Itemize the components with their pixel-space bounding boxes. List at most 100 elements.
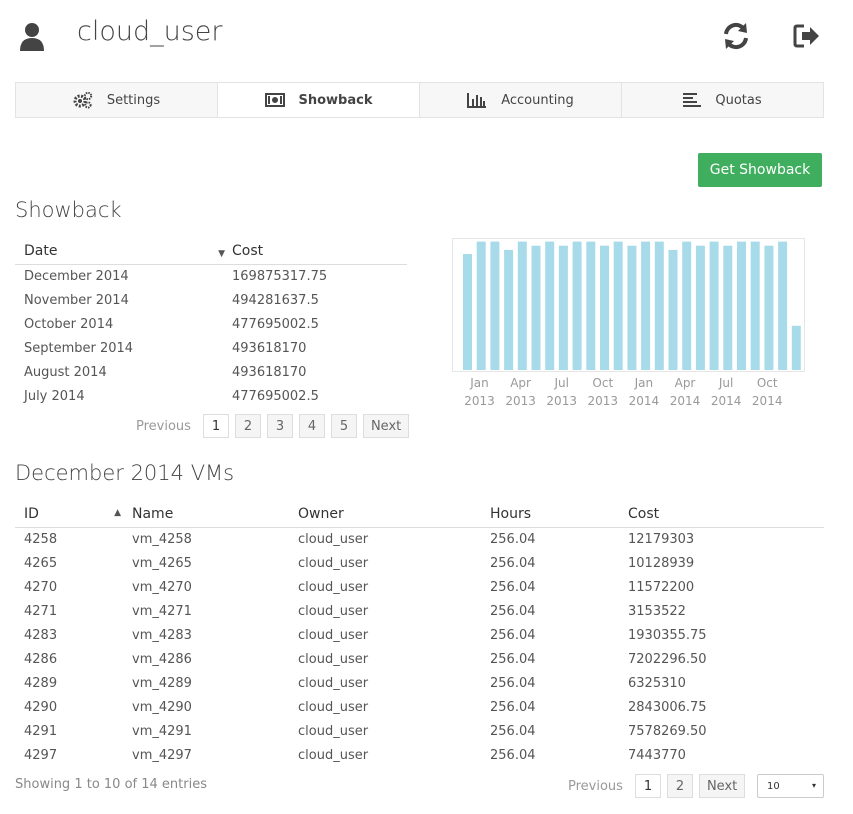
tab-settings[interactable]: Settings xyxy=(16,83,218,117)
previous-page-button[interactable]: Previous xyxy=(136,419,191,434)
table-cell: vm_4283 xyxy=(132,627,192,643)
money-icon xyxy=(264,93,285,107)
column-header-cost[interactable]: Cost xyxy=(223,240,407,265)
page-button-5[interactable]: 5 xyxy=(330,414,357,438)
table-cell: cloud_user xyxy=(298,747,369,763)
page-button-2[interactable]: 2 xyxy=(234,414,261,438)
table-cell: vm_4265 xyxy=(132,555,192,571)
table-cell: 4283 xyxy=(24,627,58,643)
page-button-2[interactable]: 2 xyxy=(666,774,693,798)
chart-bar xyxy=(695,245,705,370)
chart-bar xyxy=(531,245,541,370)
table-cell: 256.04 xyxy=(490,699,536,715)
page-button-1[interactable]: 1 xyxy=(202,414,229,438)
get-showback-button[interactable]: Get Showback xyxy=(698,153,822,187)
chevron-down-icon: ▾ xyxy=(811,781,816,790)
table-cell: cloud_user xyxy=(298,723,369,739)
table-cell: vm_4289 xyxy=(132,675,192,691)
user-icon xyxy=(20,23,44,51)
table-row[interactable]: 4290 vm_4290 cloud_user 256.04 2843006.75 xyxy=(15,695,824,719)
table-row[interactable]: November 2014 494281637.5 xyxy=(15,288,407,312)
column-header-owner[interactable]: Owner xyxy=(289,503,481,528)
chart-bar xyxy=(463,254,472,370)
chart-bar xyxy=(572,241,582,370)
chart-bar xyxy=(517,241,527,370)
table-cell: vm_4297 xyxy=(132,747,192,763)
gears-icon xyxy=(73,91,93,109)
refresh-icon[interactable] xyxy=(722,21,750,51)
table-cell: cloud_user xyxy=(298,699,369,715)
chart-bar xyxy=(778,241,788,370)
x-tick-label: Jul 2014 xyxy=(711,376,742,408)
showback-table: Date ▼ Cost December 2014 169875317.75 No… xyxy=(15,240,407,408)
table-cell: 4289 xyxy=(24,675,58,691)
table-cell: vm_4258 xyxy=(132,531,192,547)
page-size-select[interactable]: 10 ▾ xyxy=(757,774,824,798)
table-row[interactable]: July 2014 477695002.5 xyxy=(15,384,407,408)
tab-label: Accounting xyxy=(501,92,574,108)
table-cell: 4297 xyxy=(24,747,58,763)
table-cell: vm_4271 xyxy=(132,603,192,619)
table-row[interactable]: 4271 vm_4271 cloud_user 256.04 3153522 xyxy=(15,599,824,623)
table-row[interactable]: 4286 vm_4286 cloud_user 256.04 7202296.50 xyxy=(15,647,824,671)
table-cell: 4286 xyxy=(24,651,58,667)
table-row[interactable]: December 2014 169875317.75 xyxy=(15,264,407,288)
vms-pagination: Previous 1 2 Next xyxy=(568,774,751,798)
chart-bar xyxy=(600,245,609,370)
username: cloud_user xyxy=(77,16,223,47)
tab-showback[interactable]: Showback xyxy=(218,83,420,117)
table-row[interactable]: 4297 vm_4297 cloud_user 256.04 7443770 xyxy=(15,743,824,767)
column-header-name[interactable]: Name xyxy=(123,503,289,528)
chart-bar xyxy=(654,241,664,370)
tab-label: Showback xyxy=(298,92,373,108)
chart-bar xyxy=(558,245,568,370)
x-tick-label: Oct 2014 xyxy=(752,376,783,408)
chart-bar xyxy=(586,241,596,370)
align-left-icon xyxy=(683,93,702,107)
table-cell: 256.04 xyxy=(490,555,536,571)
tab-accounting[interactable]: Accounting xyxy=(420,83,622,117)
table-cell: 7578269.50 xyxy=(628,723,707,739)
table-row[interactable]: 4289 vm_4289 cloud_user 256.04 6325310 xyxy=(15,671,824,695)
table-row[interactable]: 4265 vm_4265 cloud_user 256.04 10128939 xyxy=(15,551,824,575)
table-row[interactable]: September 2014 493618170 xyxy=(15,336,407,360)
page-button-3[interactable]: 3 xyxy=(266,414,293,438)
table-cell: 4271 xyxy=(24,603,58,619)
table-cell: 256.04 xyxy=(490,651,536,667)
page-button-1[interactable]: 1 xyxy=(634,774,661,798)
table-row[interactable]: October 2014 477695002.5 xyxy=(15,312,407,336)
table-cell: 7443770 xyxy=(628,747,686,763)
next-page-button[interactable]: Next xyxy=(362,414,410,438)
table-cell: 4290 xyxy=(24,699,58,715)
column-header-cost[interactable]: Cost xyxy=(619,503,824,528)
column-header-hours[interactable]: Hours xyxy=(481,503,619,528)
column-header-date[interactable]: Date ▼ xyxy=(15,240,225,265)
table-row[interactable]: 4270 vm_4270 cloud_user 256.04 11572200 xyxy=(15,575,824,599)
previous-page-button[interactable]: Previous xyxy=(568,779,623,794)
next-page-button[interactable]: Next xyxy=(698,774,746,798)
column-header-id[interactable]: ID ▲ xyxy=(15,503,123,528)
logout-icon[interactable] xyxy=(793,23,821,51)
table-cell: vm_4291 xyxy=(132,723,192,739)
table-cell: 256.04 xyxy=(490,747,536,763)
table-cell: 1930355.75 xyxy=(628,627,707,643)
tab-quotas[interactable]: Quotas xyxy=(622,83,823,117)
tab-label: Settings xyxy=(106,92,161,108)
table-row[interactable]: 4291 vm_4291 cloud_user 256.04 7578269.50 xyxy=(15,719,824,743)
table-cell: 4291 xyxy=(24,723,58,739)
x-tick-label: Jul 2013 xyxy=(546,376,577,408)
table-row[interactable]: August 2014 493618170 xyxy=(15,360,407,384)
table-cell: 11572200 xyxy=(628,579,695,595)
table-cell: cloud_user xyxy=(298,651,369,667)
table-cell: 4270 xyxy=(24,579,58,595)
chart-bar xyxy=(682,241,692,370)
table-row[interactable]: 4283 vm_4283 cloud_user 256.04 1930355.75 xyxy=(15,623,824,647)
header: cloud_user xyxy=(0,0,853,75)
table-cell: cloud_user xyxy=(298,627,369,643)
table-cell: 7202296.50 xyxy=(628,651,707,667)
page-button-4[interactable]: 4 xyxy=(298,414,325,438)
chart-bar xyxy=(476,241,486,370)
showback-chart: Jan 2013 Apr 2013 Jul 2013 Oct 2013 Jan 2014 Apr 20… xyxy=(452,238,805,408)
table-cell: 256.04 xyxy=(490,723,536,739)
table-row[interactable]: 4258 vm_4258 cloud_user 256.04 12179303 xyxy=(15,527,824,551)
